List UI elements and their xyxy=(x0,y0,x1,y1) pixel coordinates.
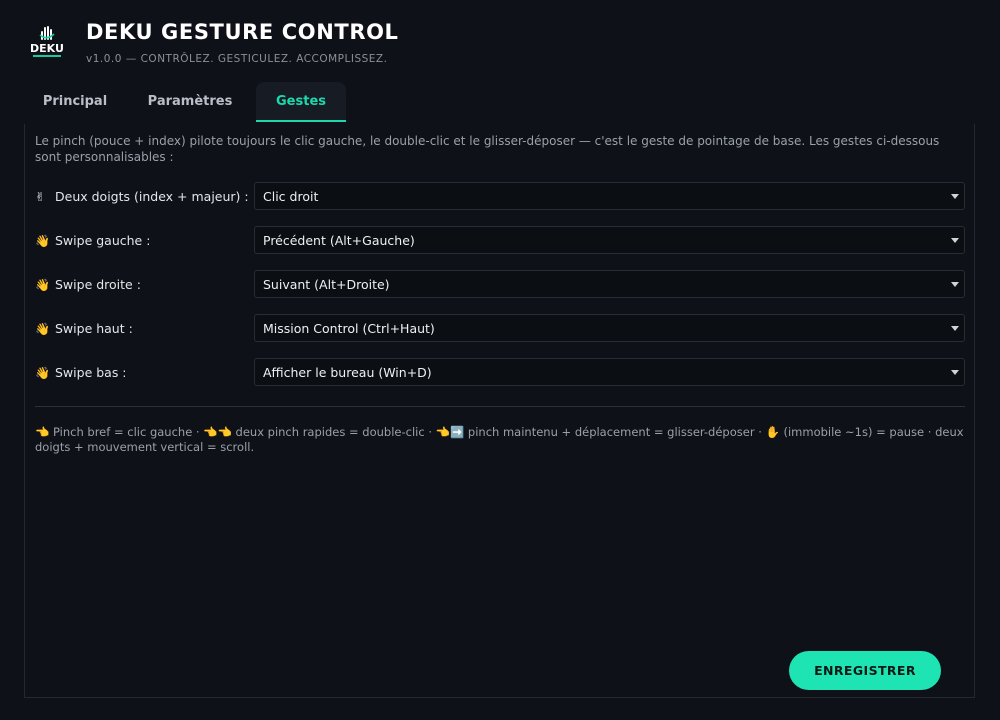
chevron-down-icon xyxy=(951,370,959,375)
hand-logo-icon xyxy=(39,26,55,40)
tab-gestes[interactable]: Gestes xyxy=(256,82,346,122)
gesture-label-text: Swipe bas : xyxy=(55,365,127,380)
chevron-down-icon xyxy=(951,282,959,287)
logo-text: DEKU xyxy=(30,42,64,55)
select-value: Précédent (Alt+Gauche) xyxy=(263,233,415,248)
app-logo: DEKU xyxy=(30,26,64,58)
gesture-action-select-swipe-down[interactable]: Afficher le bureau (Win+D) xyxy=(254,358,965,386)
gesture-action-select-swipe-right[interactable]: Suivant (Alt+Droite) xyxy=(254,270,965,298)
select-value: Mission Control (Ctrl+Haut) xyxy=(263,321,435,336)
gesture-label: 👋 Swipe droite : xyxy=(35,270,141,300)
waving-hand-icon: 👋 xyxy=(35,278,50,292)
tab-parametres[interactable]: Paramètres xyxy=(134,82,246,122)
gesture-label: 👋 Swipe gauche : xyxy=(35,226,150,256)
tab-bar: Principal Paramètres Gestes xyxy=(24,82,976,122)
gesture-label: ✌ Deux doigts (index + majeur) : xyxy=(35,182,249,212)
gesture-action-select-swipe-up[interactable]: Mission Control (Ctrl+Haut) xyxy=(254,314,965,342)
gesture-label-text: Swipe droite : xyxy=(55,277,141,292)
waving-hand-icon: 👋 xyxy=(35,322,50,336)
gesture-label-text: Swipe haut : xyxy=(55,321,133,336)
waving-hand-icon: 👋 xyxy=(35,366,50,380)
chevron-down-icon xyxy=(951,238,959,243)
chevron-down-icon xyxy=(951,326,959,331)
logo-underline xyxy=(33,55,61,57)
gesture-row-swipe-right: 👋 Swipe droite : Suivant (Alt+Droite) xyxy=(25,270,976,300)
section-divider xyxy=(35,406,965,407)
gestures-help-note: 👈 Pinch bref = clic gauche · 👈👈 deux pin… xyxy=(35,425,964,454)
select-value: Suivant (Alt+Droite) xyxy=(263,277,390,292)
tab-principal[interactable]: Principal xyxy=(24,82,126,122)
select-value: Clic droit xyxy=(263,189,319,204)
gesture-row-swipe-up: 👋 Swipe haut : Mission Control (Ctrl+Haut… xyxy=(25,314,976,344)
select-value: Afficher le bureau (Win+D) xyxy=(263,365,432,380)
gesture-label: 👋 Swipe bas : xyxy=(35,358,127,388)
gesture-action-select-two-fingers[interactable]: Clic droit xyxy=(254,182,965,210)
gestures-intro: Le pinch (pouce + index) pilote toujours… xyxy=(35,134,940,164)
gesture-row-swipe-left: 👋 Swipe gauche : Précédent (Alt+Gauche) xyxy=(25,226,976,256)
app-title: DEKU GESTURE CONTROL xyxy=(86,20,399,44)
gesture-label-text: Deux doigts (index + majeur) : xyxy=(55,189,249,204)
victory-hand-icon: ✌ xyxy=(35,190,46,204)
chevron-down-icon xyxy=(951,194,959,199)
gesture-action-select-swipe-left[interactable]: Précédent (Alt+Gauche) xyxy=(254,226,965,254)
gestures-panel: Le pinch (pouce + index) pilote toujours… xyxy=(24,124,975,698)
gesture-row-two-fingers: ✌ Deux doigts (index + majeur) : Clic dro… xyxy=(25,182,976,212)
gesture-label: 👋 Swipe haut : xyxy=(35,314,133,344)
app-subtitle: v1.0.0 — CONTRÔLEZ. GESTICULEZ. ACCOMPLI… xyxy=(86,53,388,65)
gesture-label-text: Swipe gauche : xyxy=(55,233,151,248)
gesture-row-swipe-down: 👋 Swipe bas : Afficher le bureau (Win+D) xyxy=(25,358,976,388)
app-header: DEKU DEKU GESTURE CONTROL v1.0.0 — CONTR… xyxy=(0,0,1000,82)
waving-hand-icon: 👋 xyxy=(35,234,50,248)
save-button[interactable]: ENREGISTRER xyxy=(789,651,941,690)
